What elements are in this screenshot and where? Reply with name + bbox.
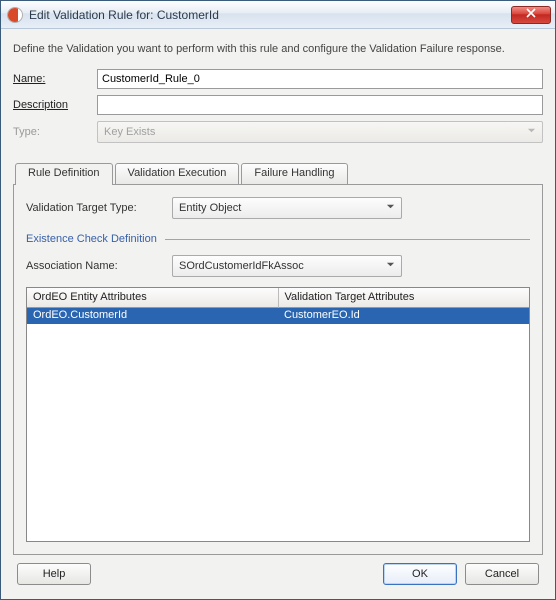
instructions-text: Define the Validation you want to perfor… (13, 43, 543, 55)
description-label: Description (13, 99, 97, 111)
association-name-value: SOrdCustomerIdFkAssoc (179, 260, 304, 272)
titlebar: Edit Validation Rule for: CustomerId (1, 1, 555, 29)
target-type-combo[interactable]: Entity Object (172, 197, 402, 219)
chevron-down-icon (386, 260, 395, 272)
section-existence-check: Existence Check Definition (26, 233, 530, 245)
tab-label: Rule Definition (28, 167, 100, 179)
association-name-combo[interactable]: SOrdCustomerIdFkAssoc (172, 255, 402, 277)
cell-left: OrdEO.CustomerId (27, 308, 278, 324)
column-header-right[interactable]: Validation Target Attributes (279, 288, 530, 308)
section-title-text: Existence Check Definition (26, 233, 157, 245)
tab-panel-rule-definition: Validation Target Type: Entity Object Ex… (13, 185, 543, 555)
tabs: Rule Definition Validation Execution Fai… (13, 163, 543, 555)
chevron-down-icon (527, 126, 536, 138)
association-name-label: Association Name: (26, 260, 172, 272)
target-type-label: Validation Target Type: (26, 202, 172, 214)
column-header-left[interactable]: OrdEO Entity Attributes (27, 288, 279, 308)
type-combo: Key Exists (97, 121, 543, 143)
tab-label: Validation Execution (128, 167, 227, 179)
ok-button[interactable]: OK (383, 563, 457, 585)
tab-validation-execution[interactable]: Validation Execution (115, 163, 240, 184)
window-title: Edit Validation Rule for: CustomerId (29, 8, 219, 22)
tab-rule-definition[interactable]: Rule Definition (15, 163, 113, 185)
dialog-footer: Help OK Cancel (13, 555, 543, 589)
description-input[interactable] (97, 95, 543, 115)
close-icon (526, 8, 536, 21)
chevron-down-icon (386, 202, 395, 214)
help-button[interactable]: Help (17, 563, 91, 585)
cell-right: CustomerEO.Id (278, 308, 529, 324)
cancel-button[interactable]: Cancel (465, 563, 539, 585)
app-icon (7, 7, 23, 23)
tab-bar: Rule Definition Validation Execution Fai… (13, 163, 543, 185)
table-row[interactable]: OrdEO.CustomerId CustomerEO.Id (27, 308, 529, 324)
button-label: OK (412, 568, 428, 580)
type-label: Type: (13, 126, 97, 138)
tab-label: Failure Handling (254, 167, 334, 179)
dialog-body: Define the Validation you want to perfor… (1, 29, 555, 599)
button-label: Help (43, 568, 66, 580)
table-header: OrdEO Entity Attributes Validation Targe… (27, 288, 529, 308)
button-label: Cancel (485, 568, 519, 580)
attributes-table: OrdEO Entity Attributes Validation Targe… (26, 287, 530, 542)
name-input[interactable] (97, 69, 543, 89)
name-label: Name: (13, 73, 97, 85)
type-value: Key Exists (104, 126, 155, 138)
dialog-window: Edit Validation Rule for: CustomerId Def… (0, 0, 556, 600)
section-divider (165, 239, 530, 240)
tab-failure-handling[interactable]: Failure Handling (241, 163, 347, 184)
close-button[interactable] (511, 6, 551, 24)
target-type-value: Entity Object (179, 202, 241, 214)
table-body[interactable]: OrdEO.CustomerId CustomerEO.Id (27, 308, 529, 541)
